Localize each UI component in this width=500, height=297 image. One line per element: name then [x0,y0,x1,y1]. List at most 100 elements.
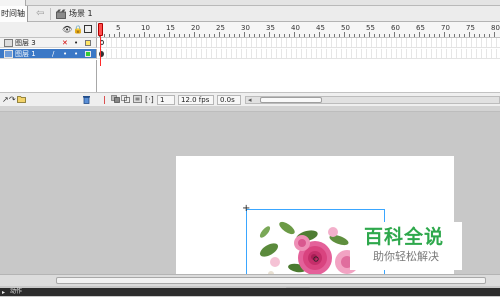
outline-icon[interactable] [84,25,92,34]
ruler-tick [209,34,210,37]
timeline-horizontal-scrollbar[interactable]: ◂ [245,96,500,104]
delete-layer-icon[interactable] [82,95,91,104]
lock-toggle[interactable]: • [74,49,78,59]
ruler-tick [139,34,140,37]
ruler-tick [279,34,280,37]
timeline-footer: ↗ ↷ | [·] 1 12.0 fps 0.0s ◂ [0,92,500,106]
timeline-tab[interactable]: 时间轴 [0,6,28,22]
ruler-tick [199,34,200,37]
ruler-label: 15 [166,24,175,32]
scroll-left-arrow-icon[interactable]: ◂ [248,96,252,104]
outline-color-swatch[interactable] [85,40,91,46]
ruler-tick [259,34,260,37]
scene-bar: 时间轴 ⇦ 场景 1 [0,6,500,22]
layer-row-selected[interactable]: 图层 1 / • • [0,49,97,59]
ruler-tick [419,32,420,37]
ruler-label: 30 [241,24,250,32]
ruler-tick [324,34,325,37]
ruler-tick [144,32,145,37]
ruler-tick [224,34,225,37]
layer-frames[interactable] [97,49,500,59]
ruler-tick [334,34,335,37]
onion-skin-outline-icon[interactable] [121,95,130,104]
scrollbar-thumb[interactable] [56,277,486,284]
ruler-tick [299,34,300,37]
ruler-label: 20 [191,24,200,32]
ruler-label: 45 [316,24,325,32]
ruler-tick [314,34,315,37]
ruler-tick [414,34,415,37]
motion-guide-icon[interactable]: ↷ [9,95,16,104]
layer-name: 图层 1 [15,50,36,58]
center-frame-icon[interactable]: | [103,95,106,104]
edit-multiple-frames-icon[interactable] [133,95,142,104]
ruler-tick [394,32,395,37]
ruler-tick [244,32,245,37]
back-arrow-icon[interactable]: ⇦ [36,8,44,20]
elapsed-time-field: 0.0s [217,95,241,105]
ruler-tick [289,34,290,37]
ruler-label: 10 [141,24,150,32]
watermark: 百科全说 助你轻松解决 [350,222,462,270]
ruler-tick [409,34,410,37]
hidden-x-icon[interactable]: ✕ [62,38,68,48]
layer-row[interactable]: 图层 3 ✕ • [0,38,97,48]
outline-color-swatch[interactable] [85,51,91,57]
ruler-label: 75 [466,24,475,32]
new-layer-icon[interactable]: ↗ [2,95,9,104]
playhead[interactable] [98,23,103,36]
ruler-tick [229,34,230,37]
ruler-tick [214,34,215,37]
ruler-tick [404,34,405,37]
layer-header: 👁 🔒 [0,22,97,38]
lock-icon[interactable]: 🔒 [73,25,83,34]
ruler-tick [369,32,370,37]
scene-name[interactable]: 场景 1 [69,6,93,22]
eye-icon[interactable]: 👁 [62,25,72,34]
stage-toolbar [0,106,500,112]
playhead-line [100,36,101,66]
ruler-tick [469,32,470,37]
ruler-tick [169,32,170,37]
ruler-tick [274,34,275,37]
modify-onion-markers-icon[interactable]: [·] [145,95,154,104]
layer-frames[interactable] [97,38,500,48]
ruler-tick [149,34,150,37]
ruler-label: 50 [341,24,350,32]
stage-horizontal-scrollbar[interactable] [0,274,500,286]
ruler-tick [474,34,475,37]
ruler-tick [154,34,155,37]
ruler-tick [189,34,190,37]
ruler-tick [459,34,460,37]
ruler-tick [159,34,160,37]
actions-panel-bar[interactable]: ▸ 动作 [0,288,500,296]
onion-skin-icon[interactable] [111,95,120,104]
ruler-tick [454,34,455,37]
ruler-label: 80 [491,24,500,32]
ruler-tick [339,34,340,37]
ruler-tick [354,34,355,37]
ruler-label: 65 [416,24,425,32]
ruler-tick [439,34,440,37]
frame-rate-field[interactable]: 12.0 fps [178,95,214,105]
scrollbar-thumb[interactable] [260,97,322,103]
ruler-tick [349,34,350,37]
ruler-label: 60 [391,24,400,32]
lock-toggle[interactable]: • [74,38,78,48]
frame-ruler[interactable]: 510152025303540455055606570758085 [97,22,500,38]
visibility-toggle[interactable]: • [63,49,67,59]
ruler-tick [489,34,490,37]
ruler-tick [479,34,480,37]
ruler-tick [434,34,435,37]
watermark-title: 百科全说 [364,226,445,248]
ruler-label: 70 [441,24,450,32]
ruler-tick [429,34,430,37]
current-frame-field[interactable]: 1 [157,95,175,105]
ruler-tick [309,34,310,37]
ruler-label: 5 [116,24,121,32]
ruler-label: 25 [216,24,225,32]
new-folder-icon[interactable] [17,95,26,104]
ruler-label: 35 [266,24,275,32]
ruler-tick [294,32,295,37]
layer-icon [4,39,13,47]
